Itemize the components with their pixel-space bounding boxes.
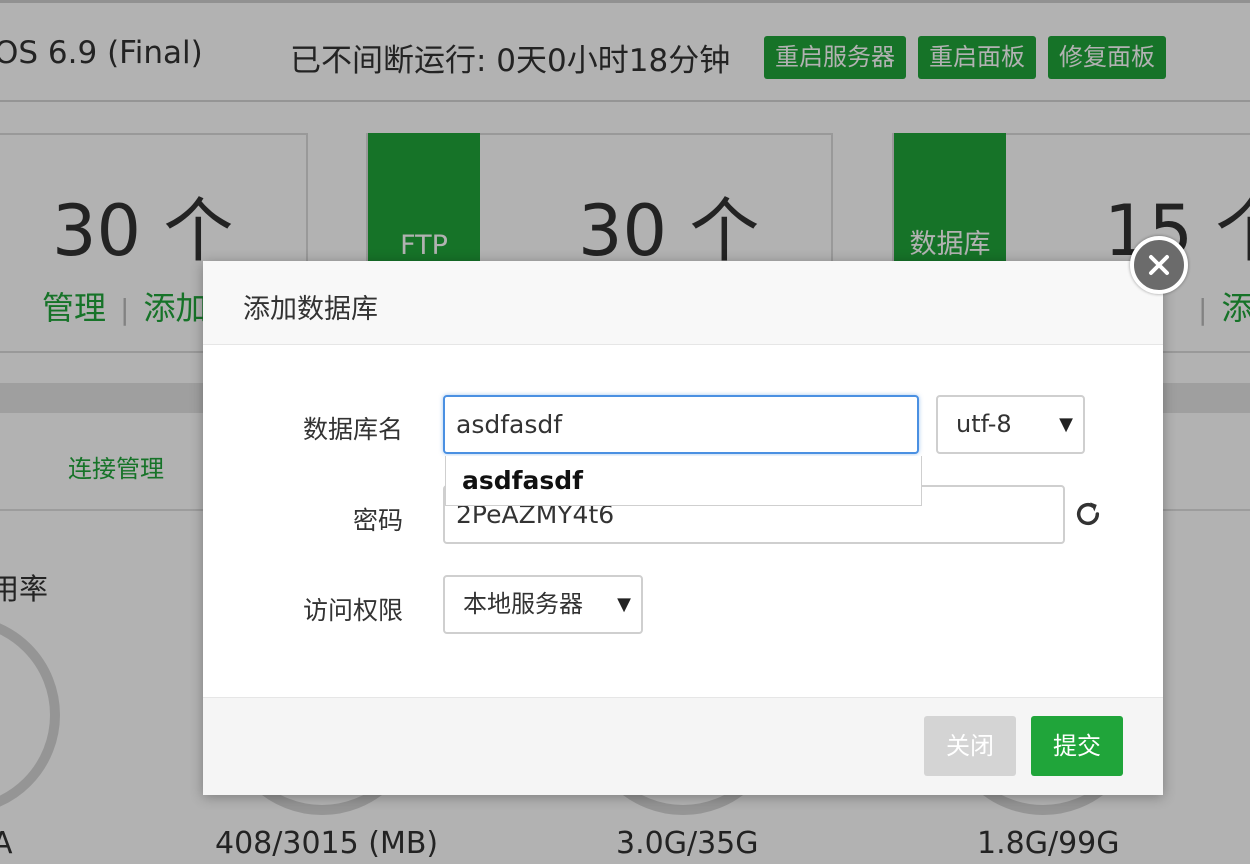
dropdown-arrow-icon: ▼ bbox=[1059, 414, 1073, 435]
database-name-input[interactable]: asdfasdf bbox=[443, 395, 919, 454]
close-icon[interactable] bbox=[1130, 236, 1188, 294]
database-name-label: 数据库名 bbox=[302, 415, 403, 444]
access-value: 本地服务器 bbox=[463, 590, 583, 618]
submit-button[interactable]: 提交 bbox=[1031, 716, 1123, 776]
charset-select[interactable]: utf-8 ▼ bbox=[936, 395, 1085, 454]
dialog-footer: 关闭 提交 bbox=[203, 697, 1163, 795]
close-button[interactable]: 关闭 bbox=[924, 716, 1016, 776]
access-select[interactable]: 本地服务器 ▼ bbox=[443, 575, 643, 634]
add-database-dialog: 添加数据库 数据库名 asdfasdf utf-8 ▼ 密码 2PeAZMY4t… bbox=[203, 236, 1188, 795]
dropdown-arrow-icon: ▼ bbox=[617, 594, 631, 615]
charset-value: utf-8 bbox=[956, 410, 1012, 438]
dialog-title: 添加数据库 bbox=[243, 294, 378, 325]
autocomplete-suggestion[interactable]: asdfasdf bbox=[445, 456, 922, 506]
refresh-icon[interactable] bbox=[1074, 500, 1102, 528]
password-label: 密码 bbox=[352, 506, 403, 535]
dialog-header: 添加数据库 bbox=[203, 261, 1163, 345]
access-label: 访问权限 bbox=[302, 596, 403, 625]
